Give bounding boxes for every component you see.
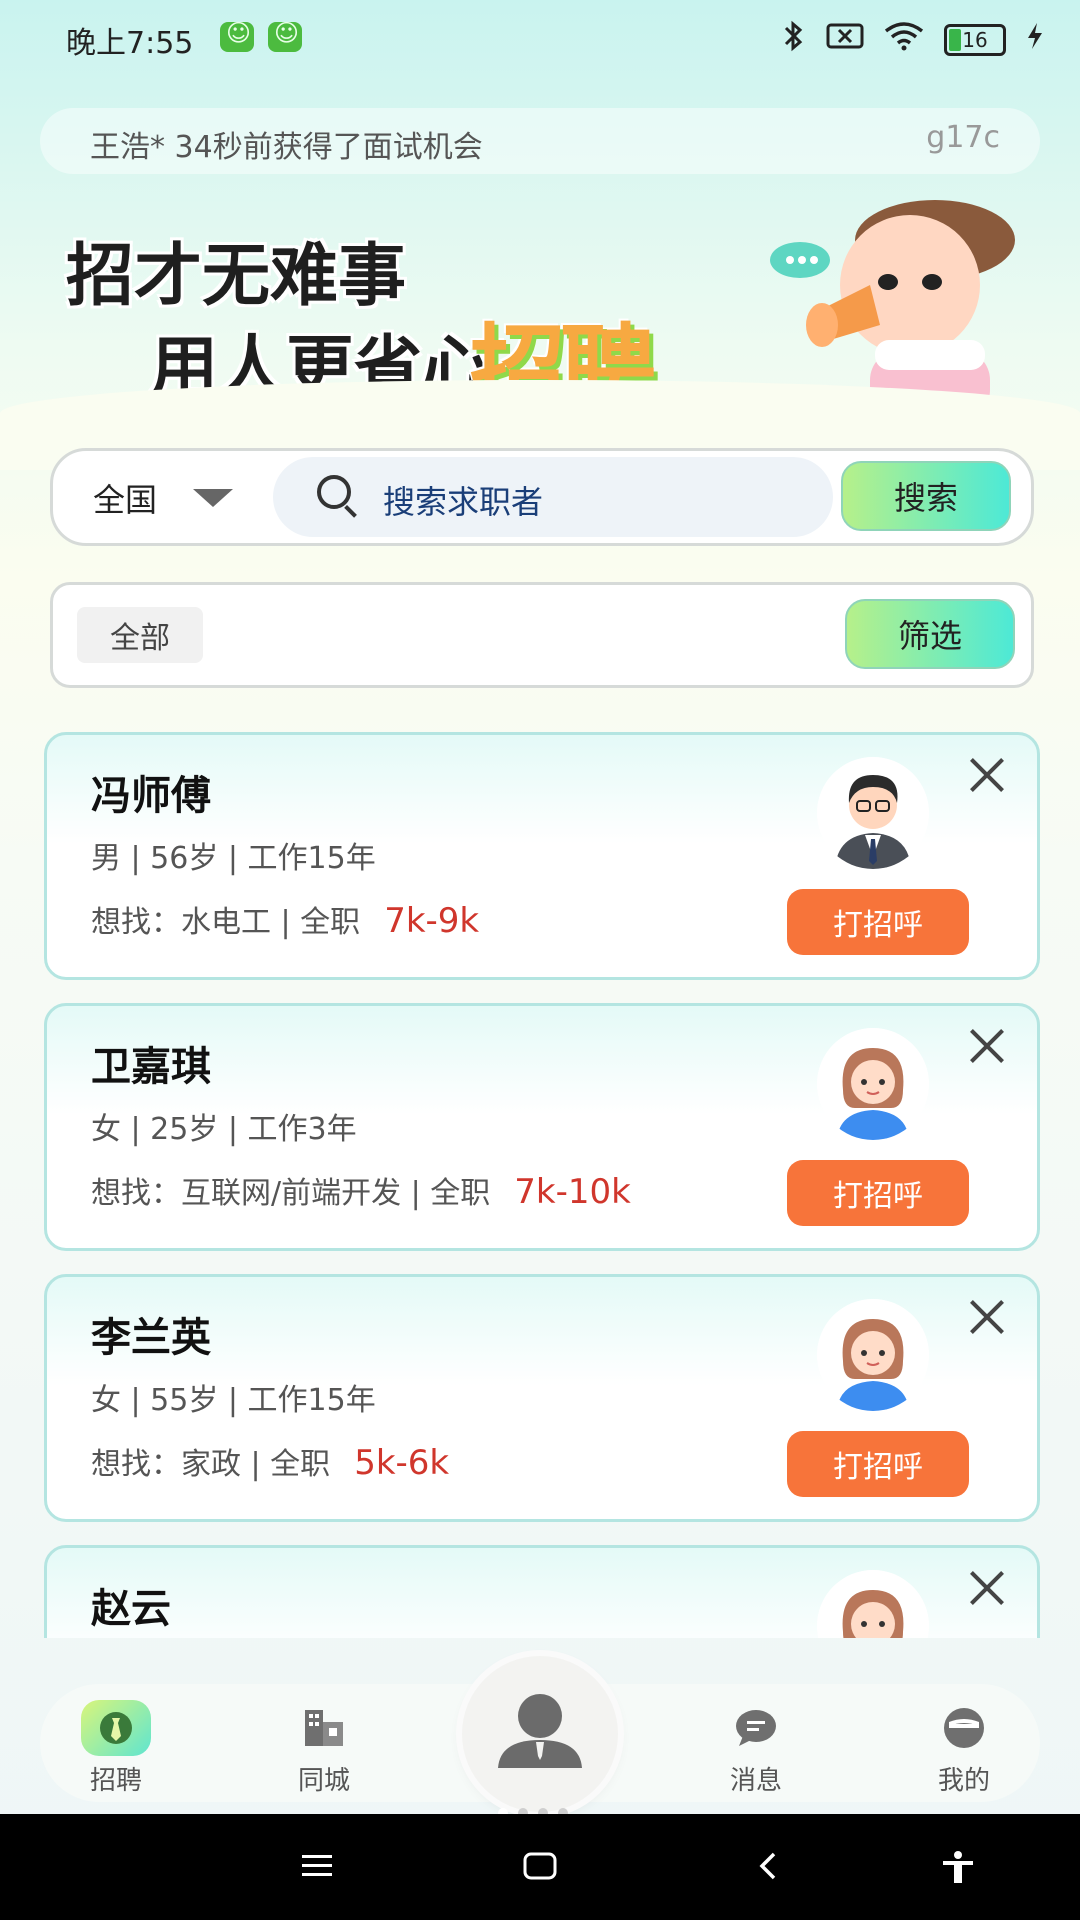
tab-label: 我的 [937, 1766, 990, 1796]
search-button[interactable]: 搜索 [841, 461, 1011, 531]
wifi-icon [884, 21, 924, 58]
candidate-card[interactable]: 卫嘉琪 女 | 25岁 | 工作3年 想找：互联网/前端开发 | 全职 7k-10… [44, 1003, 1040, 1251]
back-icon[interactable] [756, 1850, 780, 1886]
building-icon [289, 1700, 359, 1756]
salary-range: 7k-9k [384, 901, 480, 941]
region-selector[interactable]: 全国 [93, 475, 157, 521]
salary-range: 5k-6k [354, 1443, 450, 1483]
female-avatar [817, 1570, 929, 1638]
accessibility-icon[interactable] [940, 1850, 976, 1888]
chevron-down-icon[interactable] [193, 489, 233, 507]
status-time: 晚上7:55 [66, 26, 194, 61]
salary-range: 7k-10k [514, 1172, 631, 1212]
candidate-name: 李兰英 [91, 1315, 211, 1361]
close-icon[interactable] [967, 1568, 1007, 1608]
search-icon [317, 475, 351, 509]
search-bar: 全国 搜索求职者 搜索 [50, 448, 1034, 546]
person-icon [498, 1694, 582, 1768]
menu-icon[interactable] [300, 1850, 334, 1886]
candidate-meta: 男 | 56岁 | 工作15年 [91, 841, 376, 876]
search-input[interactable]: 搜索求职者 [273, 457, 833, 537]
candidate-wanted-job: 想找：家政 | 全职 5k-6k [91, 1439, 449, 1483]
candidate-name: 卫嘉琪 [91, 1044, 211, 1090]
candidate-meta: 女 | 25岁 | 工作3年 [91, 1112, 357, 1147]
close-icon[interactable] [967, 755, 1007, 795]
search-placeholder: 搜索求职者 [383, 483, 544, 521]
no-sim-icon [826, 22, 864, 57]
tab-messages[interactable]: 消息 [706, 1700, 806, 1797]
greet-button[interactable]: 打招呼 [787, 1431, 969, 1497]
wanted-job-text: 想找：互联网/前端开发 | 全职 [91, 1176, 491, 1211]
tab-local[interactable]: 同城 [274, 1700, 374, 1797]
app-notification-icon [268, 19, 302, 52]
wanted-job-text: 想找：家政 | 全职 [91, 1447, 331, 1482]
home-icon[interactable] [522, 1850, 558, 1886]
close-icon[interactable] [967, 1297, 1007, 1337]
system-navigation-bar [0, 1814, 1080, 1920]
status-bar: 晚上7:55 16 [0, 0, 1080, 78]
profile-icon [929, 1700, 999, 1756]
tab-label: 同城 [297, 1766, 350, 1796]
battery-icon: 16 [944, 23, 1006, 56]
male-avatar [817, 757, 929, 869]
ticker-code: g17c [926, 120, 1000, 155]
candidate-meta: 女 | 55岁 | 工作15年 [91, 1383, 376, 1418]
app-notification-icon [220, 19, 254, 52]
candidate-card[interactable]: 冯师傅 男 | 56岁 | 工作15年 想找：水电工 | 全职 7k-9k 打招呼 [44, 732, 1040, 980]
chat-icon [721, 1700, 791, 1756]
candidate-name: 赵云 [91, 1586, 171, 1632]
wanted-job-text: 想找：水电工 | 全职 [91, 905, 361, 940]
battery-level: 16 [962, 27, 988, 52]
tab-recruit[interactable]: 招聘 [66, 1700, 166, 1797]
banner-slogan-line1: 招才无难事 [66, 237, 407, 316]
filter-button[interactable]: 筛选 [845, 599, 1015, 669]
candidate-wanted-job: 想找：互联网/前端开发 | 全职 7k-10k [91, 1168, 631, 1212]
candidate-card[interactable]: 赵云 [44, 1545, 1040, 1638]
center-profile-button[interactable] [462, 1656, 618, 1812]
close-icon[interactable] [967, 1026, 1007, 1066]
tab-label: 招聘 [89, 1766, 142, 1796]
tie-icon [81, 1700, 151, 1756]
filter-bar: 全部 筛选 [50, 582, 1034, 688]
candidate-name: 冯师傅 [91, 773, 211, 819]
promo-banner[interactable]: 招才无难事 用人更省心 招聘 [0, 180, 1080, 470]
charging-icon [1026, 22, 1044, 57]
activity-ticker: 王浩* 34秒前获得了面试机会 g17c [40, 108, 1040, 174]
greet-button[interactable]: 打招呼 [787, 889, 969, 955]
female-avatar [817, 1028, 929, 1140]
tab-mine[interactable]: 我的 [914, 1700, 1014, 1797]
tab-label: 消息 [729, 1766, 782, 1796]
bluetooth-icon [782, 20, 806, 59]
female-avatar [817, 1299, 929, 1411]
ticker-text: 王浩* 34秒前获得了面试机会 [90, 130, 483, 165]
candidate-wanted-job: 想找：水电工 | 全职 7k-9k [91, 897, 479, 941]
candidate-card[interactable]: 李兰英 女 | 55岁 | 工作15年 想找：家政 | 全职 5k-6k 打招呼 [44, 1274, 1040, 1522]
filter-chip-all[interactable]: 全部 [77, 607, 203, 663]
greet-button[interactable]: 打招呼 [787, 1160, 969, 1226]
candidate-list[interactable]: 冯师傅 男 | 56岁 | 工作15年 想找：水电工 | 全职 7k-9k 打招呼… [0, 720, 1080, 1638]
